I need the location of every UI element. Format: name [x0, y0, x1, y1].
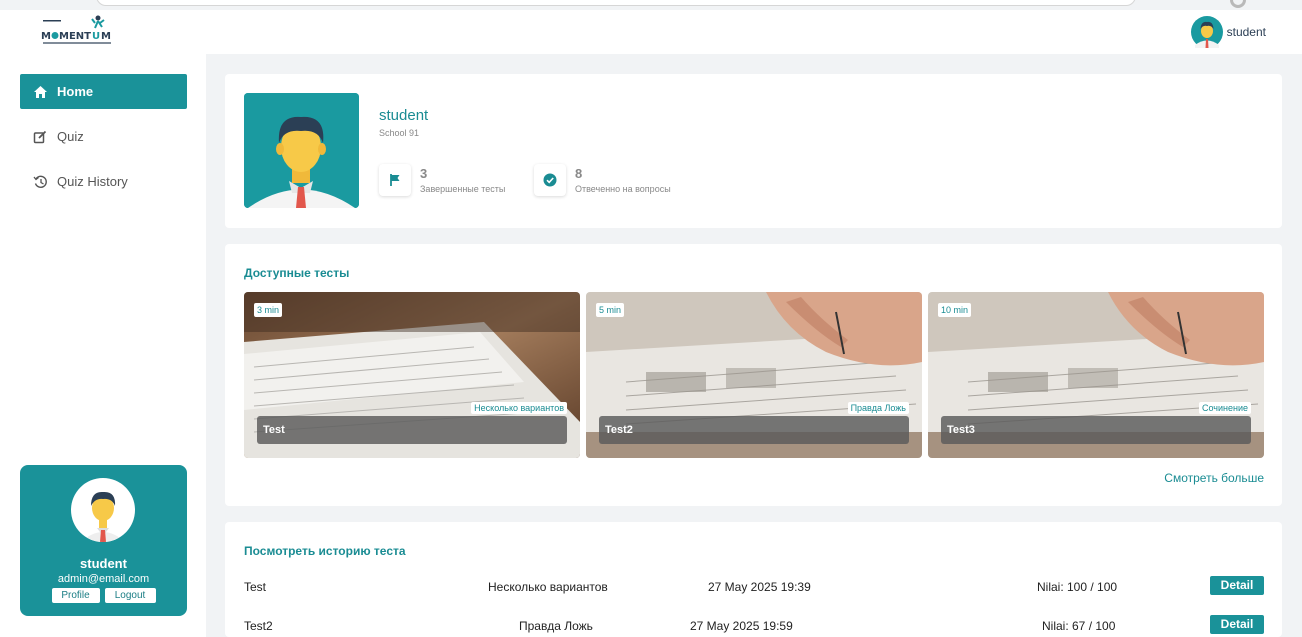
- sidebar-item-label: Quiz: [57, 129, 84, 144]
- profile-username: student: [379, 107, 429, 124]
- test-name: Test2: [599, 416, 909, 444]
- test-history-card: Посмотреть историю теста Test Несколько …: [225, 522, 1282, 637]
- detail-button[interactable]: Detail: [1210, 615, 1264, 634]
- profile-name: student: [80, 556, 127, 571]
- stat-value: 3: [420, 166, 428, 181]
- sidebar-item-label: Quiz History: [57, 174, 128, 189]
- momentum-logo[interactable]: M MENT U M: [40, 14, 120, 48]
- user-name: student: [1226, 25, 1266, 39]
- user-avatar-icon: [1190, 16, 1223, 48]
- test-duration-badge: 5 min: [596, 303, 625, 317]
- history-test-name: Test2: [244, 619, 273, 633]
- stat-answered-questions: 8 Отвеченно на вопросы: [534, 164, 671, 196]
- check-circle-icon: [534, 164, 566, 196]
- edit-icon: [32, 129, 48, 145]
- avatar: [71, 478, 135, 542]
- available-tests-card: Доступные тесты 3 min Несколько варианто…: [225, 244, 1282, 506]
- table-row: Test2 Правда Ложь 27 May 2025 19:59 Nila…: [244, 615, 1264, 637]
- svg-text:U: U: [92, 31, 100, 42]
- test-name: Test: [257, 416, 567, 444]
- test-type-badge: Несколько вариантов: [471, 402, 567, 414]
- history-test-score: Nilai: 100 / 100: [1037, 580, 1118, 594]
- test-type-badge: Правда Ложь: [847, 402, 909, 414]
- history-test-type: Несколько вариантов: [488, 580, 608, 594]
- test-name: Test3: [941, 416, 1251, 444]
- history-test-date: 27 May 2025 19:39: [708, 580, 811, 594]
- address-bar[interactable]: [96, 0, 1136, 6]
- history-icon: [32, 174, 48, 190]
- svg-text:M: M: [101, 31, 111, 42]
- browser-profile-icon[interactable]: [1230, 0, 1246, 8]
- test-card-test3[interactable]: 10 min Сочинение Test3: [928, 292, 1264, 458]
- browser-top-strip: [0, 0, 1302, 10]
- test-card-test2[interactable]: 5 min Правда Ложь Test2: [586, 292, 922, 458]
- history-test-type: Правда Ложь: [519, 619, 593, 633]
- logout-button[interactable]: Logout: [104, 588, 156, 603]
- stat-value: 8: [575, 166, 583, 181]
- test-duration-badge: 3 min: [254, 303, 283, 317]
- profile-button[interactable]: Profile: [51, 588, 100, 603]
- history-title: Посмотреть историю теста: [244, 544, 406, 558]
- sidebar-item-quiz-history[interactable]: Quiz History: [20, 164, 187, 199]
- sidebar-item-label: Home: [57, 84, 94, 99]
- flag-icon: [379, 164, 411, 196]
- profile-school: School 91: [379, 128, 420, 138]
- history-test-name: Test: [244, 580, 267, 594]
- sidebar-profile-card: student admin@email.com Profile Logout: [20, 465, 187, 616]
- test-duration-badge: 10 min: [938, 303, 972, 317]
- detail-button[interactable]: Detail: [1210, 576, 1264, 595]
- sidebar-item-quiz[interactable]: Quiz: [20, 119, 187, 154]
- test-type-badge: Сочинение: [1198, 402, 1251, 414]
- profile-email: admin@email.com: [57, 573, 150, 585]
- stat-label: Отвеченно на вопросы: [575, 184, 671, 194]
- home-icon: [32, 84, 48, 100]
- test-card-test[interactable]: 3 min Несколько вариантов Test: [244, 292, 580, 458]
- sidebar-item-home[interactable]: Home: [20, 74, 187, 109]
- svg-text:M: M: [41, 31, 51, 42]
- profile-avatar: [244, 93, 359, 208]
- sidebar: Home Quiz Quiz History student admin@ema…: [0, 54, 206, 637]
- history-test-score: Nilai: 67 / 100: [1042, 619, 1116, 633]
- stat-label: Завершенные тесты: [420, 184, 506, 194]
- svg-text:MENT: MENT: [59, 31, 91, 42]
- table-row: Test Несколько вариантов 27 May 2025 19:…: [244, 576, 1264, 598]
- available-tests-title: Доступные тесты: [244, 266, 350, 280]
- top-header: M MENT U M student: [0, 10, 1302, 54]
- see-more-link[interactable]: Смотреть больше: [1164, 471, 1264, 485]
- stat-completed-tests: 3 Завершенные тесты: [379, 164, 505, 196]
- profile-summary-card: student School 91 3 Завершенные тесты 8 …: [225, 74, 1282, 228]
- history-test-date: 27 May 2025 19:59: [690, 619, 793, 633]
- user-menu[interactable]: student: [1190, 16, 1266, 48]
